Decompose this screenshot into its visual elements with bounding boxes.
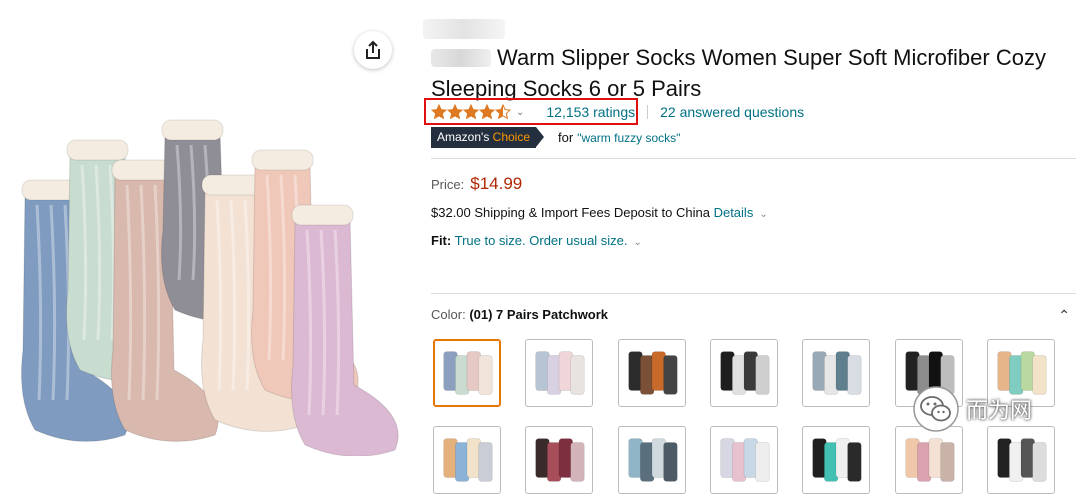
star-icon [479,104,495,120]
product-title: Warm Slipper Socks Women Super Soft Micr… [431,45,1046,101]
star-icon [495,104,511,120]
shipping-row: $32.00 Shipping & Import Fees Deposit to… [431,205,768,220]
badge-keyword-link[interactable]: "warm fuzzy socks" [577,131,680,145]
collapse-chevron-up-icon[interactable]: ⌃ [1058,307,1070,324]
share-icon [366,40,380,59]
product-main-image[interactable] [0,100,410,456]
answered-questions-link[interactable]: 22 answered questions [660,104,804,120]
divider-line [431,158,1076,159]
color-swatch[interactable] [802,426,870,494]
color-swatch[interactable] [710,426,778,494]
swatch-thumbnail [443,438,493,482]
color-swatch[interactable] [618,339,686,407]
star-icon [463,104,479,120]
ratings-count-link[interactable]: 12,153 ratings [546,104,635,120]
swatch-thumbnail [720,351,770,395]
color-value: (01) 7 Pairs Patchwork [469,307,609,322]
swatch-thumbnail [443,351,493,395]
color-swatch[interactable] [895,426,963,494]
rating-chevron-down-icon[interactable]: ⌄ [516,107,524,118]
star-icon [431,104,447,120]
share-button[interactable] [354,31,392,69]
amazons-choice-badge: Amazon's Choice [431,127,545,148]
sock-7 [291,204,399,456]
details-chevron-down-icon[interactable]: ⌄ [759,209,767,220]
color-swatch[interactable] [802,339,870,407]
wechat-watermark: 而为网 [912,385,1032,433]
color-swatch[interactable] [433,426,501,494]
divider [647,105,649,119]
swatch-thumbnail [535,438,585,482]
rating-row: ⌄ 12,153 ratings 22 answered questions [431,101,804,123]
color-swatch[interactable] [525,426,593,494]
price-value: $14.99 [470,174,523,193]
watermark-text: 而为网 [966,399,1033,424]
fit-value-link[interactable]: True to size. Order usual size. [455,233,628,248]
price-row: Price: $14.99 [431,174,522,194]
color-swatch[interactable] [525,339,593,407]
fit-label: Fit: [431,233,452,248]
swatch-thumbnail [628,438,678,482]
badge-for-text: for [558,130,574,145]
wechat-logo-icon [913,386,959,432]
swatch-thumbnail [812,351,862,395]
amazons-choice-row: Amazon's Choice for "warm fuzzy socks" [431,127,680,148]
color-label: Color: [431,307,466,322]
star-icon [447,104,463,120]
shipping-text: $32.00 Shipping & Import Fees Deposit to… [431,205,710,220]
color-swatch[interactable] [987,426,1055,494]
fit-chevron-down-icon[interactable]: ⌄ [634,237,642,248]
color-swatch[interactable] [710,339,778,407]
color-swatch[interactable] [433,339,501,407]
price-label: Price: [431,177,465,192]
shipping-details-link[interactable]: Details [714,205,754,220]
blurred-brand [431,49,491,67]
blurred-brand-line [423,19,505,39]
swatch-thumbnail [905,438,955,482]
color-row: Color: (01) 7 Pairs Patchwork ⌃ [431,307,1076,324]
fit-row: Fit: True to size. Order usual size. ⌄ [431,233,642,248]
product-image-panel [0,0,410,456]
color-swatch[interactable] [618,426,686,494]
swatch-thumbnail [720,438,770,482]
divider-line [431,293,1076,294]
star-rating[interactable] [431,104,511,120]
swatch-thumbnail [628,351,678,395]
swatch-thumbnail [997,438,1047,482]
swatch-thumbnail [812,438,862,482]
swatch-thumbnail [535,351,585,395]
